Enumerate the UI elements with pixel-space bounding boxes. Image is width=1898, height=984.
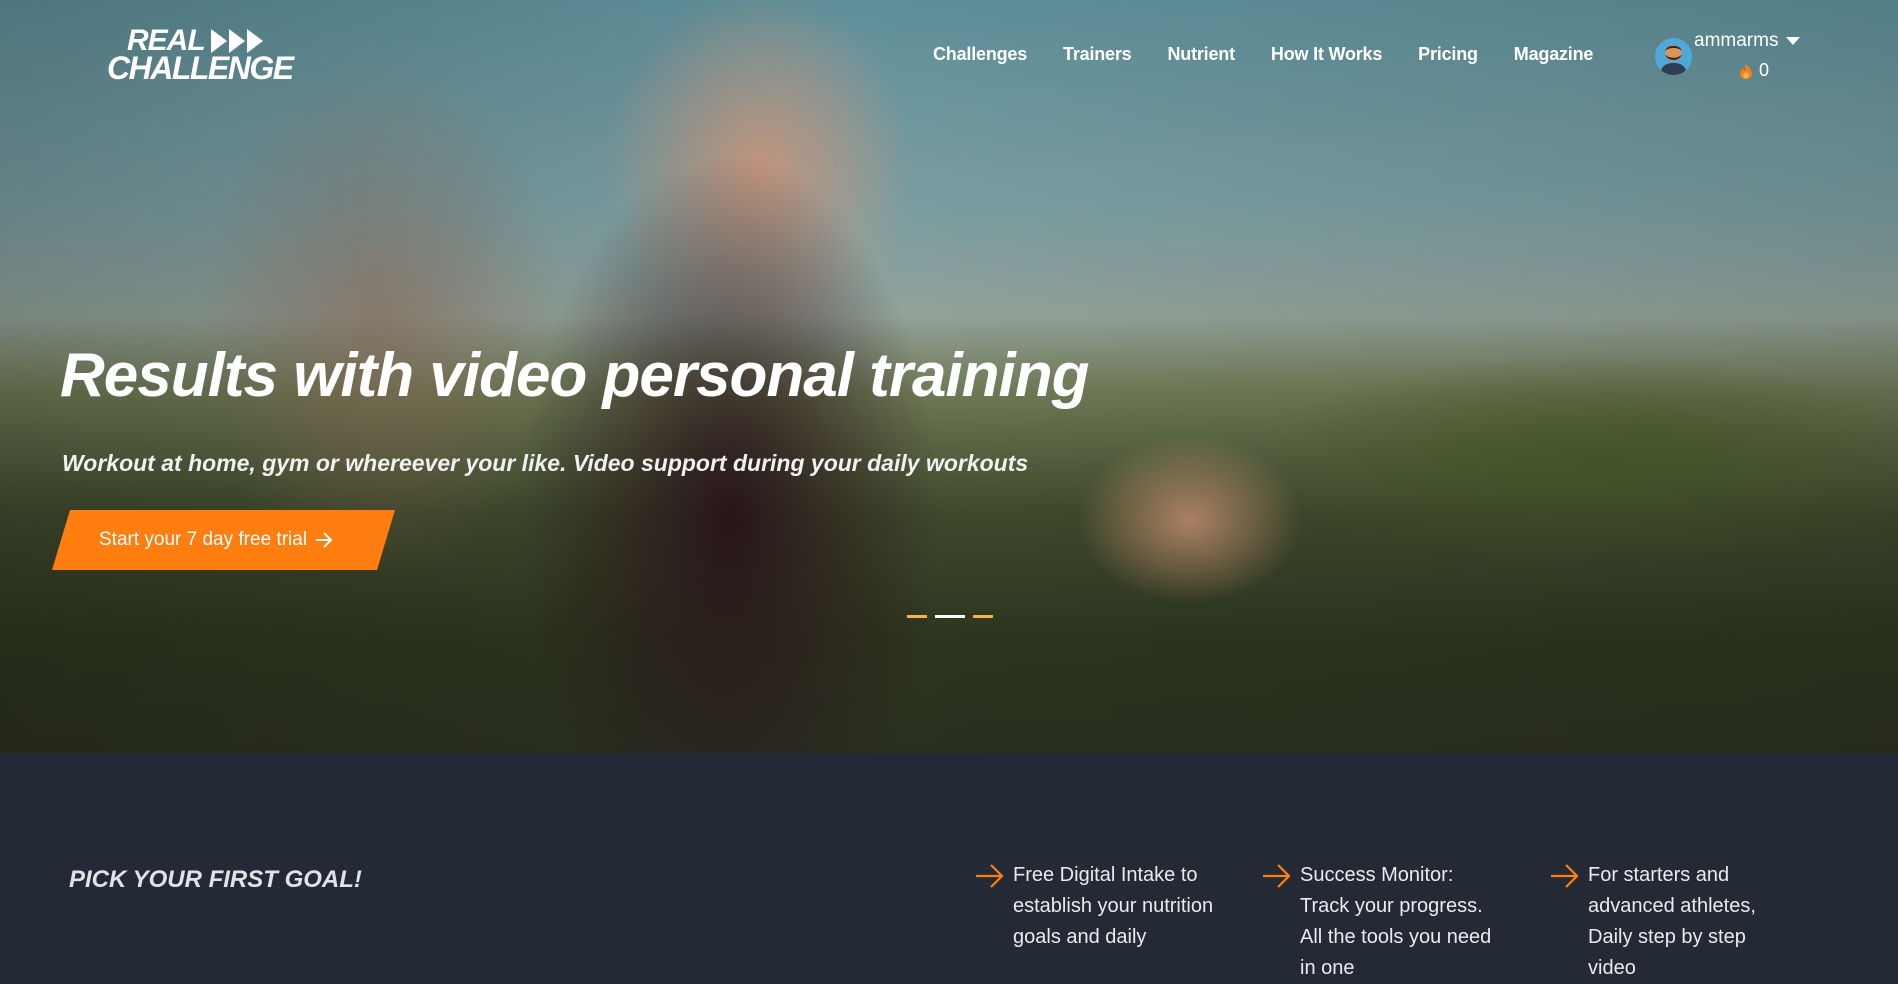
- nav-pricing[interactable]: Pricing: [1418, 44, 1478, 65]
- free-trial-label: Start your 7 day free trial: [99, 529, 308, 550]
- hero-subtitle: Workout at home, gym or whereever your l…: [62, 450, 1029, 476]
- chevron-down-icon: [1786, 37, 1801, 45]
- carousel-dot-3[interactable]: [973, 615, 993, 618]
- feature-item-video: For starters and advanced athletes, Dail…: [1550, 860, 1790, 984]
- hero-section: REAL CHALLENGE Challenges Trainers Nutri…: [0, 0, 1898, 753]
- feature-text: For starters and advanced athletes, Dail…: [1588, 864, 1756, 979]
- carousel-indicators: [907, 615, 993, 618]
- free-trial-button[interactable]: Start your 7 day free trial: [52, 510, 395, 570]
- avatar[interactable]: [1655, 38, 1692, 75]
- feature-item-intake: Free Digital Intake to establish your nu…: [975, 860, 1215, 953]
- goal-heading: PICK YOUR FIRST GOAL!: [69, 866, 362, 893]
- logo-line-2: CHALLENGE: [107, 50, 294, 86]
- carousel-dot-2[interactable]: [935, 615, 965, 618]
- carousel-dot-1[interactable]: [907, 615, 927, 618]
- arrow-right-icon: [315, 532, 333, 548]
- points-value: 0: [1759, 60, 1770, 80]
- nav-magazine[interactable]: Magazine: [1514, 44, 1594, 65]
- nav-how-it-works[interactable]: How It Works: [1271, 44, 1382, 65]
- arrow-right-icon: [1263, 864, 1291, 888]
- arrow-right-icon: [976, 864, 1004, 888]
- flame-icon: [1740, 62, 1752, 79]
- feature-text: Success Monitor: Track your progress. Al…: [1300, 864, 1492, 979]
- arrow-right-icon: [1551, 864, 1579, 888]
- username: ammarms: [1694, 30, 1779, 51]
- main-nav: Challenges Trainers Nutrient How It Work…: [933, 44, 1593, 65]
- feature-text: Free Digital Intake to establish your nu…: [1013, 864, 1214, 948]
- user-avatar-icon: [1655, 38, 1692, 75]
- hero-title: Results with video personal training: [60, 341, 1090, 410]
- points-counter: 0: [1739, 60, 1769, 81]
- feature-item-monitor: Success Monitor: Track your progress. Al…: [1262, 860, 1502, 984]
- nav-nutrient[interactable]: Nutrient: [1167, 44, 1235, 65]
- username-dropdown[interactable]: ammarms: [1694, 30, 1801, 52]
- nav-challenges[interactable]: Challenges: [933, 44, 1027, 65]
- brand-logo[interactable]: REAL CHALLENGE: [107, 24, 294, 86]
- nav-trainers[interactable]: Trainers: [1063, 44, 1132, 65]
- goals-section: PICK YOUR FIRST GOAL! Free Digital Intak…: [0, 753, 1898, 979]
